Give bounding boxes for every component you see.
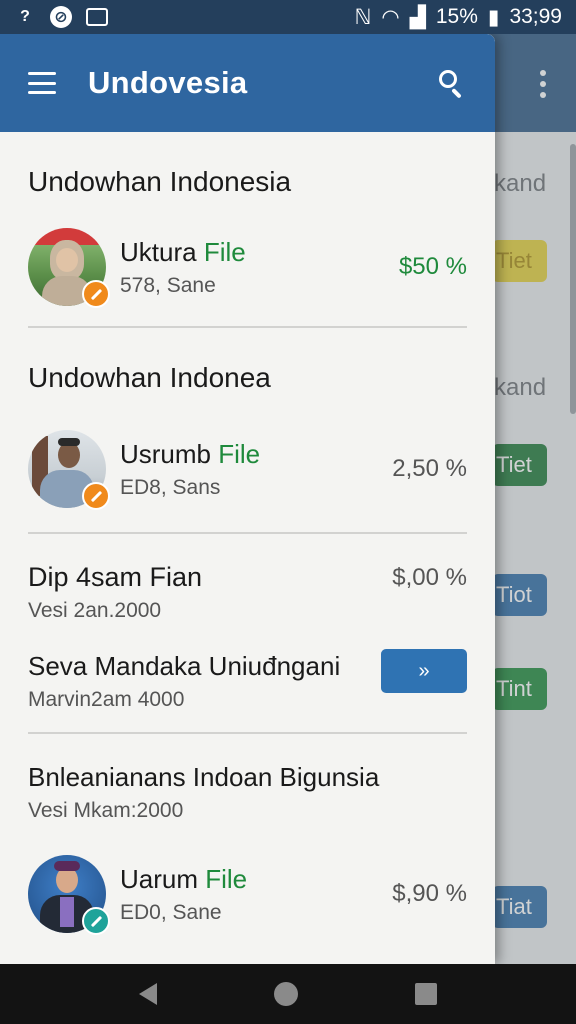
nfc-icon: ℕ: [354, 5, 372, 29]
list-item[interactable]: Uarum File ED0, Sane $,90 %: [28, 855, 467, 935]
item-name: Usrumb File: [120, 438, 261, 469]
app-title: Undovesia: [88, 65, 248, 100]
status-bar: ? ⊘ ℕ ◠ ▟ 15% ▮ 33;99: [0, 0, 576, 34]
chevron-right-icon: »: [418, 659, 430, 682]
item-subtitle: Marvin2am 4000: [28, 688, 185, 711]
list-item[interactable]: Usrumb File ED8, Sans 2,50 %: [28, 430, 467, 510]
signal-icon: ▟: [409, 5, 426, 29]
item-title: Dip 4sam Fian: [28, 562, 203, 592]
avatar: [28, 855, 110, 935]
item-subtitle: ED8, Sans: [120, 475, 221, 499]
home-icon[interactable]: [273, 982, 298, 1006]
app-bar: Undovesia: [0, 34, 495, 132]
battery-percent: 15%: [435, 5, 478, 28]
item-subtitle: ED0, Sane: [120, 900, 222, 924]
edit-badge-icon: [82, 280, 110, 308]
recents-icon[interactable]: [415, 983, 438, 1005]
section-title: Undowhan Indonea: [28, 362, 271, 393]
edit-badge-icon: [82, 907, 110, 935]
list-item[interactable]: Uktura File 578, Sane $50 %: [28, 228, 467, 308]
edit-badge-icon: [82, 482, 110, 510]
divider: [28, 532, 467, 534]
item-subtitle: 578, Sane: [120, 273, 216, 297]
help-icon: ?: [20, 8, 30, 25]
navigation-drawer: Undovesia Undowhan Indonesia Uktura File…: [0, 34, 495, 964]
section-title: Bnleanianans Indoan Bigunsia: [28, 762, 380, 792]
item-title: Seva Mandaka Uniuđngani: [28, 651, 341, 681]
open-button[interactable]: »: [381, 649, 467, 693]
item-name: Uktura File: [120, 236, 246, 267]
location-off-icon: ⊘: [50, 6, 72, 28]
item-name: Uarum File: [120, 863, 248, 894]
clock: 33;99: [509, 5, 562, 28]
divider: [28, 326, 467, 328]
avatar: [28, 430, 110, 510]
section-subtitle: Vesi Mkam:2000: [28, 799, 184, 822]
list-item[interactable]: Dip 4sam Fian Vesi 2an.2000 $,00 %: [28, 562, 467, 623]
section-title: Undowhan Indonesia: [28, 166, 292, 197]
menu-icon[interactable]: [28, 72, 56, 94]
item-amount: $50 %: [398, 253, 467, 280]
avatar: [28, 228, 110, 308]
battery-icon: ▮: [487, 5, 500, 29]
back-icon[interactable]: [138, 983, 157, 1005]
item-subtitle: Vesi 2an.2000: [28, 599, 162, 622]
divider: [28, 732, 467, 734]
item-amount: $,90 %: [392, 880, 467, 907]
wifi-icon: ◠: [381, 5, 400, 29]
item-amount: $,00 %: [392, 564, 467, 591]
system-nav-bar: [0, 964, 576, 1024]
screenshot-icon: [86, 8, 108, 26]
list-item[interactable]: Seva Mandaka Uniuđngani Marvin2am 4000 »: [28, 649, 467, 712]
item-amount: 2,50 %: [392, 455, 467, 482]
search-icon[interactable]: [437, 68, 467, 99]
